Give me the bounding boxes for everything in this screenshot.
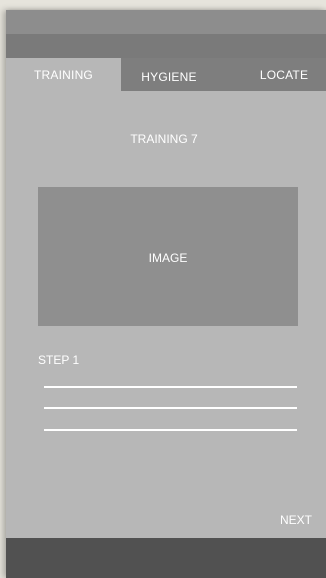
step-label: STEP 1 — [38, 353, 80, 367]
image-placeholder-label: IMAGE — [148, 251, 188, 265]
bottom-navigation-bar — [6, 538, 326, 578]
tab-bar: TRAINING HYGIENE LOCATE — [6, 58, 326, 91]
app-bar — [6, 34, 326, 58]
image-placeholder: IMAGE — [38, 187, 298, 326]
phone-screen: TRAINING HYGIENE LOCATE TRAINING 7 IMAGE… — [6, 10, 326, 578]
tab-training[interactable]: TRAINING — [6, 58, 121, 91]
text-placeholder-line — [44, 429, 297, 431]
text-placeholder-line — [44, 386, 297, 388]
page-title: TRAINING 7 — [130, 132, 198, 146]
tab-locate[interactable]: LOCATE — [246, 58, 322, 91]
tab-hygiene[interactable]: HYGIENE — [131, 58, 207, 91]
status-bar — [6, 10, 326, 34]
text-placeholder-line — [44, 407, 297, 409]
next-button[interactable]: NEXT — [271, 510, 321, 530]
